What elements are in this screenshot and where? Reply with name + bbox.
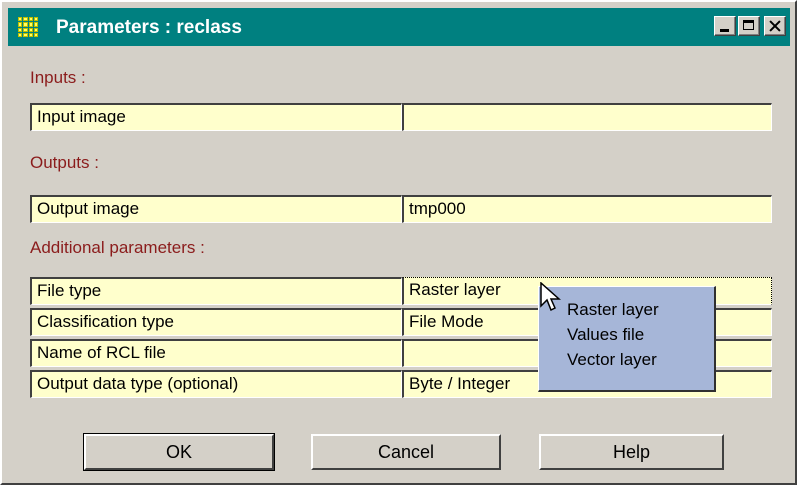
grid-app-icon (18, 17, 38, 37)
outputs-section-label: Outputs : (30, 153, 99, 172)
ok-button[interactable]: OK (83, 433, 275, 471)
file-type-value: Raster layer (409, 280, 501, 299)
output-image-label: Output image (30, 195, 402, 223)
title-bar[interactable]: Parameters : reclass (8, 8, 790, 46)
input-image-field[interactable] (402, 103, 772, 131)
maximize-icon[interactable] (738, 16, 760, 36)
file-type-dropdown-menu: Raster layer Values file Vector layer (538, 286, 716, 392)
inputs-section-label: Inputs : (30, 68, 86, 87)
minimize-icon[interactable] (714, 16, 736, 36)
classification-type-label: Classification type (30, 308, 402, 336)
dropdown-option-values-file[interactable]: Values file (539, 322, 714, 347)
output-image-field[interactable]: tmp000 (402, 195, 772, 223)
close-icon[interactable] (764, 16, 786, 36)
window-title: Parameters : reclass (56, 17, 242, 38)
input-image-label: Input image (30, 103, 402, 131)
file-type-label: File type (30, 277, 402, 305)
dropdown-option-raster-layer[interactable]: Raster layer (539, 297, 714, 322)
output-data-type-label: Output data type (optional) (30, 370, 402, 398)
rcl-file-label: Name of RCL file (30, 339, 402, 367)
cancel-button[interactable]: Cancel (311, 434, 501, 470)
dropdown-option-vector-layer[interactable]: Vector layer (539, 347, 714, 372)
additional-section-label: Additional parameters : (30, 238, 205, 257)
help-button[interactable]: Help (539, 434, 724, 470)
mouse-pointer-icon (540, 282, 561, 312)
